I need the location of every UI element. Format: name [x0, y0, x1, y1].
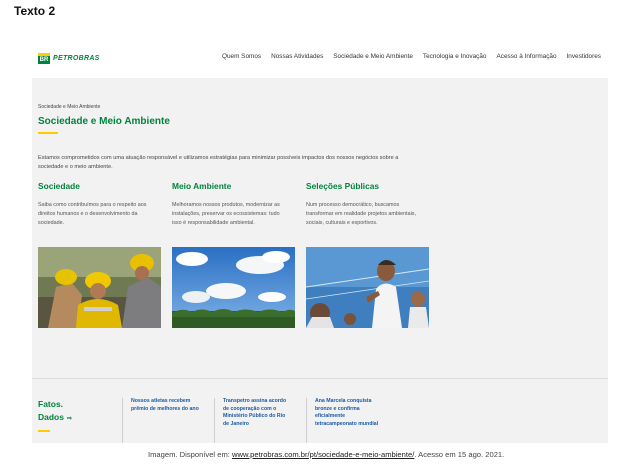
fatos-dados-link[interactable]: Fatos. Dados ⇨	[38, 398, 72, 426]
news-line: Transpetro assina acordo	[223, 398, 287, 404]
section-meio-ambiente: Meio Ambiente Melhoramos nossos produtos…	[172, 181, 292, 228]
main-nav: Quem Somos Nossas Atividades Sociedade e…	[222, 53, 601, 60]
description-line: sociedade.	[38, 220, 65, 226]
document-label: Texto 2	[14, 4, 56, 18]
section-description: Saiba como contribuímos para o respeito …	[38, 201, 158, 228]
logo-text: PETROBRAS	[53, 55, 100, 62]
nav-nossas-atividades[interactable]: Nossas Atividades	[271, 53, 323, 60]
section-description: Melhoramos nossos produtos, modernizar a…	[172, 201, 292, 228]
news-item[interactable]: Nossos atletas recebem prêmio de melhore…	[122, 398, 209, 443]
title-underline	[38, 132, 58, 134]
description-line: instalações, preservar os ecossistemas: …	[172, 211, 280, 217]
fatos-underline	[38, 430, 50, 432]
arrow-right-icon: ⇨	[66, 416, 73, 422]
intro-line: Estamos comprometidos com uma atuação re…	[38, 155, 399, 161]
news-item[interactable]: Ana Marcela conquista bronze e confirma …	[306, 398, 393, 443]
br-logo-icon: BR	[38, 53, 50, 64]
section-title[interactable]: Meio Ambiente	[172, 181, 292, 191]
photo-children-sport[interactable]	[306, 247, 429, 328]
section-title[interactable]: Seleções Públicas	[306, 181, 426, 191]
dados-label: Dados	[38, 412, 64, 422]
news-line: de cooperação com o	[223, 405, 277, 412]
description-line: Melhoramos nossos produtos, modernizar a…	[172, 202, 280, 208]
section-divider	[32, 378, 608, 379]
news-item[interactable]: Transpetro assina acordo de cooperação c…	[214, 398, 301, 443]
news-line: de Janeiro	[223, 420, 249, 427]
section-title[interactable]: Sociedade	[38, 181, 158, 191]
news-line: tetracampeonato mundial	[315, 420, 379, 427]
news-line: Ministério Público do Rio	[223, 413, 286, 419]
section-sociedade: Sociedade Saiba como contribuímos para o…	[38, 181, 158, 228]
news-line: Ana Marcela conquista	[315, 398, 372, 404]
news-line: eficialmente	[315, 413, 345, 419]
description-line: Saiba como contribuímos para o respeito …	[38, 202, 147, 208]
nav-tecnologia-inovacao[interactable]: Tecnologia e Inovação	[423, 53, 487, 60]
nav-sociedade-meio-ambiente[interactable]: Sociedade e Meio Ambiente	[333, 53, 413, 60]
nav-quem-somos[interactable]: Quem Somos	[222, 53, 261, 60]
news-line: bronze e confirma	[315, 405, 360, 412]
breadcrumb[interactable]: Sociedade e Meio Ambiente	[38, 104, 100, 110]
news-line: Nossos atletas recebem	[131, 398, 191, 404]
news-line: prêmio de melhores do ano	[131, 405, 199, 412]
nav-investidores[interactable]: Investidores	[567, 53, 601, 60]
description-line: transformar em realidade projetos ambien…	[306, 211, 416, 217]
image-caption: Imagem. Disponível em: www.petrobras.com…	[148, 450, 504, 459]
description-line: Num processo democrático, buscamos	[306, 202, 400, 208]
caption-prefix: Imagem. Disponível em:	[148, 450, 232, 459]
section-description: Num processo democrático, buscamos trans…	[306, 201, 426, 228]
page-title: Sociedade e Meio Ambiente	[38, 116, 170, 127]
photo-sky-forest[interactable]	[172, 247, 295, 328]
petrobras-logo[interactable]: BR PETROBRAS	[38, 53, 100, 64]
intro-line: sociedade e o meio ambiente.	[38, 164, 113, 170]
section-selecoes-publicas: Seleções Públicas Num processo democráti…	[306, 181, 426, 228]
description-line: isso é responsabilidade ambiental.	[172, 220, 255, 226]
description-line: sociais, culturais e esportivos.	[306, 220, 378, 226]
source-link[interactable]: www.petrobras.com.br/pt/sociedade-e-meio…	[232, 450, 414, 459]
site-header: BR PETROBRAS Quem Somos Nossas Atividade…	[32, 38, 608, 78]
description-line: direitos humanos e o desenvolvimento da	[38, 211, 138, 217]
website-screenshot: BR PETROBRAS Quem Somos Nossas Atividade…	[32, 38, 608, 443]
photo-workers[interactable]	[38, 247, 161, 328]
logo-mark-text: BR	[39, 56, 49, 63]
nav-acesso-informacao[interactable]: Acesso à Informação	[497, 53, 557, 60]
fatos-label: Fatos.	[38, 399, 64, 409]
intro-text: Estamos comprometidos com uma atuação re…	[38, 154, 438, 172]
caption-suffix: . Acesso em 15 ago. 2021.	[414, 450, 505, 459]
